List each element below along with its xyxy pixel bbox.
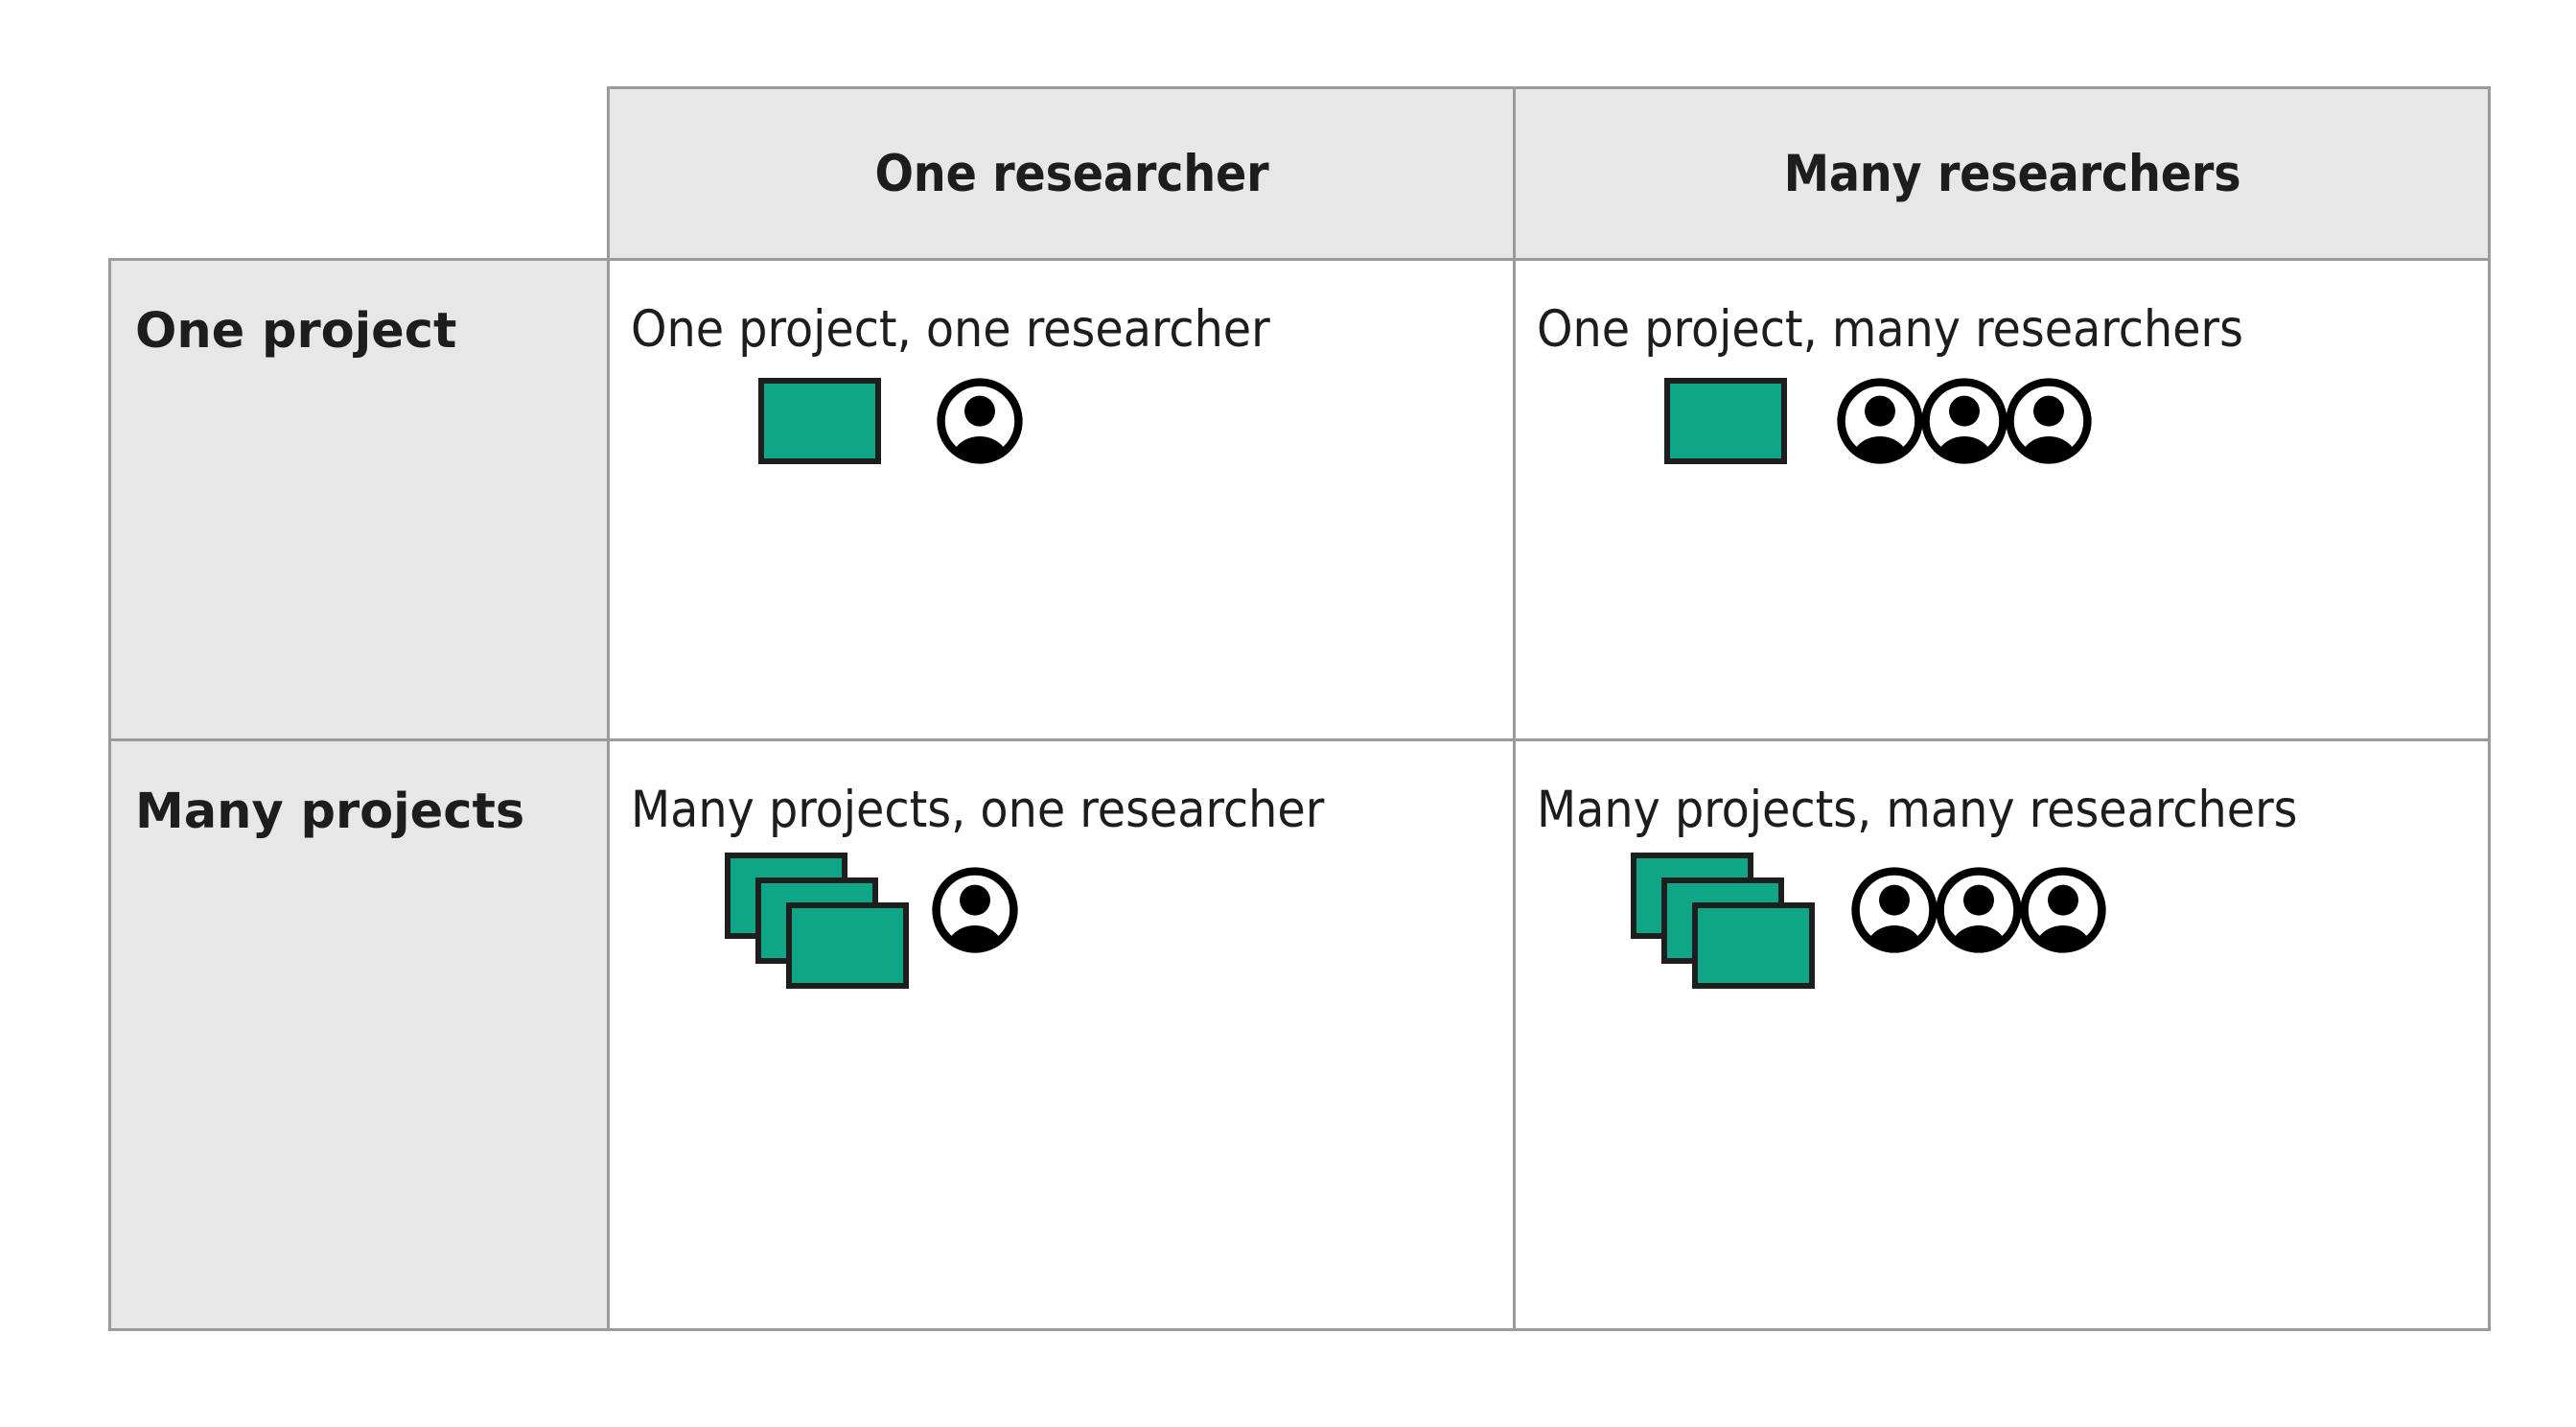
project-stack-icon — [1631, 853, 1821, 989]
figure-group-many-projects-one-researcher — [610, 853, 1513, 989]
row-header-many-projects-label: Many projects — [135, 784, 525, 840]
person-icon — [1837, 378, 1923, 464]
column-header-many-researchers: Many researchers — [1513, 86, 2491, 261]
researcher-group-single — [935, 376, 1025, 466]
person-icon — [1851, 867, 1938, 953]
researcher-group-single — [930, 865, 1020, 955]
cell-caption-one-project-many-researchers: One project, many researchers — [1537, 300, 2243, 359]
figure-group-many-projects-many-researchers — [1516, 853, 2488, 989]
person-icon — [1936, 867, 2022, 953]
cell-many-projects-one-researcher: Many projects, one researcher — [607, 738, 1516, 1331]
column-header-many-researchers-label: Many researchers — [1783, 145, 2241, 203]
project-rectangle-icon — [1664, 378, 1787, 464]
matrix-row-one-project: One project One project, one researcher — [108, 258, 2491, 741]
cell-caption-one-project-one-researcher: One project, one researcher — [631, 300, 1270, 359]
matrix-page: One researcher Many researchers One proj… — [0, 0, 2576, 1427]
researcher-group-multi — [1849, 865, 2108, 955]
matrix-corner-cell — [110, 88, 609, 260]
matrix-header-row: One researcher Many researchers — [110, 86, 2491, 261]
person-icon — [932, 867, 1018, 953]
figure-group-one-project-one-researcher — [610, 376, 1513, 466]
researcher-group-multi — [1835, 376, 2094, 466]
cell-caption-many-projects-one-researcher: Many projects, one researcher — [631, 781, 1325, 839]
cell-many-projects-many-researchers: Many projects, many researchers — [1513, 738, 2491, 1331]
person-icon — [2006, 378, 2092, 464]
person-icon — [937, 378, 1023, 464]
cell-one-project-many-researchers: One project, many researchers — [1513, 258, 2491, 741]
matrix-row-many-projects: Many projects Many projects, one researc… — [108, 738, 2491, 1331]
cell-one-project-one-researcher: One project, one researcher — [607, 258, 1516, 741]
project-rectangle-icon — [786, 902, 909, 989]
projects-researchers-matrix: One researcher Many researchers One proj… — [108, 86, 2491, 1331]
project-stack-icon — [725, 853, 915, 989]
project-rectangle-icon — [1692, 902, 1815, 989]
project-rectangle-icon — [758, 378, 881, 464]
row-header-one-project-label: One project — [135, 303, 457, 360]
matrix-corner-label — [110, 88, 608, 148]
cell-caption-many-projects-many-researchers: Many projects, many researchers — [1537, 781, 2298, 839]
row-header-one-project: One project — [108, 258, 610, 741]
person-icon — [1921, 378, 2007, 464]
figure-group-one-project-many-researchers — [1516, 376, 2488, 466]
row-header-many-projects: Many projects — [108, 738, 610, 1331]
column-header-one-researcher: One researcher — [607, 86, 1516, 261]
column-header-one-researcher-label: One researcher — [874, 145, 1269, 203]
person-icon — [2020, 867, 2106, 953]
